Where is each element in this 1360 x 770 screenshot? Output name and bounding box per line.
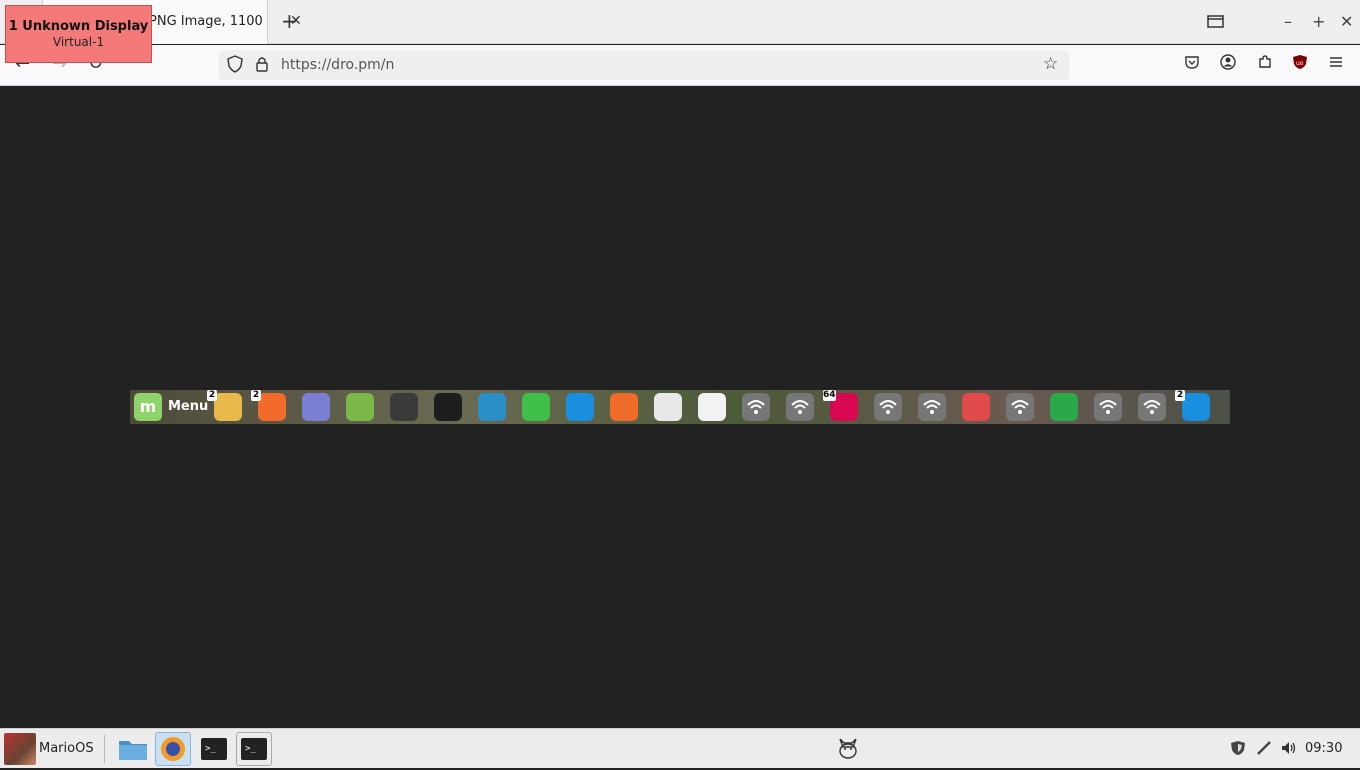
url-bar[interactable]: https://dro.pm/n ☆	[219, 50, 1069, 80]
ublock-icon[interactable]: uo	[1290, 54, 1310, 74]
dock-item-network-2-icon[interactable]	[786, 393, 814, 421]
dock-item-refresh-app-icon[interactable]: 2	[1175, 390, 1210, 421]
dock-item-network-7-icon[interactable]	[1138, 393, 1166, 421]
bookmark-star-icon[interactable]: ☆	[1043, 54, 1058, 74]
display-indicator: 1 Unknown Display Virtual-1	[5, 5, 152, 63]
list-all-tabs-button[interactable]	[1207, 13, 1224, 32]
shield-icon[interactable]	[1230, 740, 1246, 760]
minimize-button[interactable]: –	[1284, 12, 1292, 31]
dock-item-network-4-icon[interactable]	[918, 393, 946, 421]
tracking-protection-icon[interactable]	[227, 55, 243, 77]
pocket-icon[interactable]	[1182, 54, 1202, 74]
display-indicator-subtitle: Virtual-1	[52, 35, 105, 49]
dock-item-badge: 2	[207, 390, 217, 401]
dock-item-terminal-icon[interactable]	[434, 393, 462, 421]
cat-mascot-icon	[835, 733, 861, 767]
dock-menu-label: Menu	[168, 399, 209, 414]
taskbar-separator	[104, 735, 105, 763]
dock-item-brave-icon[interactable]	[610, 393, 638, 421]
dock-item-badge: 2	[1175, 390, 1185, 401]
dock-item-calculator-icon[interactable]	[390, 393, 418, 421]
mint-logo-icon: m	[134, 393, 162, 421]
url-text[interactable]: https://dro.pm/n	[281, 57, 394, 73]
volume-icon[interactable]	[1280, 740, 1298, 760]
dock-item-green-gem-icon[interactable]	[522, 393, 550, 421]
svg-text:>_: >_	[205, 744, 216, 754]
dock-item-debian-icon[interactable]: 64	[823, 390, 858, 421]
taskbar: MarioOS >_ >_ 09:30	[0, 728, 1360, 768]
clock[interactable]: 09:30	[1305, 741, 1342, 756]
user-avatar-icon[interactable]	[4, 733, 36, 765]
dock-item-web-app-icon[interactable]	[346, 393, 374, 421]
dock-item-network-1-icon[interactable]	[742, 393, 770, 421]
extensions-icon[interactable]	[1255, 54, 1275, 74]
terminal-icon[interactable]: >_	[196, 732, 232, 766]
display-indicator-title: 1 Unknown Display	[8, 19, 149, 34]
window-close-button[interactable]: ✕	[1340, 12, 1353, 31]
dock-panel: m Menu 2 2 64 2	[130, 390, 1230, 424]
dock-item-network-3-icon[interactable]	[874, 393, 902, 421]
dock-item-system-monitor-icon[interactable]	[478, 393, 506, 421]
dock-item-network-6-icon[interactable]	[1094, 393, 1122, 421]
svg-text:uo: uo	[1296, 60, 1304, 67]
new-tab-button[interactable]: +	[281, 10, 298, 32]
dock-item-badge: 2	[251, 390, 261, 401]
dock-item-firefox-like-icon[interactable]: 2	[251, 390, 286, 421]
dock-item-blue-app-icon[interactable]	[566, 393, 594, 421]
svg-text:>_: >_	[245, 744, 256, 754]
browser-tab-bar: PNG Image, 1100 ✕ + – + ✕	[0, 0, 1360, 44]
maximize-button[interactable]: +	[1312, 12, 1325, 31]
firefox-icon[interactable]	[155, 732, 191, 766]
dock-item-text-editor-icon[interactable]	[302, 393, 330, 421]
dock-item-badge: 64	[823, 390, 836, 401]
dock-item-green-shield-icon[interactable]	[1050, 393, 1078, 421]
account-icon[interactable]	[1218, 54, 1238, 74]
dock-item-red-shield-icon[interactable]	[962, 393, 990, 421]
hamburger-menu-icon[interactable]	[1326, 54, 1346, 74]
pen-icon[interactable]	[1256, 740, 1272, 760]
dock-item-network-5-icon[interactable]	[1006, 393, 1034, 421]
terminal-2-icon[interactable]: >_	[236, 732, 272, 766]
dock-item-virtualbox-icon[interactable]	[654, 393, 682, 421]
taskbar-user-label[interactable]: MarioOS	[39, 741, 94, 756]
tab-title: PNG Image, 1100	[149, 14, 263, 29]
lock-icon[interactable]	[255, 55, 269, 77]
dock-item-files-icon[interactable]: 2	[207, 390, 242, 421]
file-manager-icon[interactable]	[115, 732, 151, 766]
browser-nav-bar: ← → ↻ https://dro.pm/n ☆ uo	[0, 45, 1360, 86]
dock-item-chart-app-icon[interactable]	[698, 393, 726, 421]
